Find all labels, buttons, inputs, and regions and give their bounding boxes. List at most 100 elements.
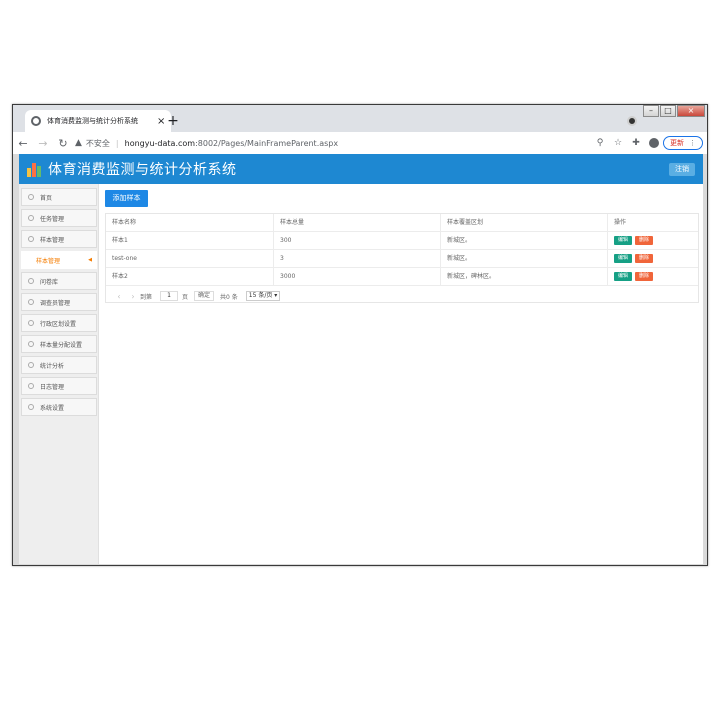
separator: | (115, 138, 119, 148)
delete-button[interactable]: 删除 (635, 254, 654, 263)
table-row: 样本2 3000 新城区，碑林区。 编辑 删除 (106, 268, 698, 286)
edit-button[interactable]: 编辑 (614, 254, 633, 263)
sidebar-item-label: 行政区划设置 (40, 320, 77, 328)
screenshot-stage: 体育消费监测与统计分析系统 × + – □ × ← → ↻ ▲ 不安全 | ho… (0, 0, 720, 720)
actions-cell: 编辑 删除 (607, 232, 698, 250)
task-icon (28, 215, 34, 221)
actions-cell: 编辑 删除 (607, 268, 698, 286)
goto-label: 到第 (140, 293, 153, 301)
maximize-button[interactable]: □ (660, 105, 676, 117)
sidebar-item-statistics[interactable]: 统计分析 (21, 356, 97, 374)
profile-icon[interactable] (627, 116, 637, 126)
chart-icon (28, 299, 34, 305)
app-title: 体育消费监测与统计分析系统 (48, 162, 237, 178)
forward-icon[interactable]: → (33, 137, 53, 150)
survey-icon (28, 278, 34, 284)
edit-button[interactable]: 编辑 (614, 236, 633, 245)
page-size-select[interactable]: 15 条/页 ▾ (245, 291, 281, 301)
chevron-down-icon: ▾ (274, 292, 278, 299)
column-header: 操作 (607, 214, 698, 232)
column-header: 样本总量 (273, 214, 440, 232)
sidebar-item-label: 样本量分配设置 (40, 341, 83, 349)
globe-icon (31, 116, 41, 126)
sidebar-item-home[interactable]: 首页 (21, 188, 97, 206)
sidebar-item-survey[interactable]: 问卷库 (21, 272, 97, 290)
pagination: ‹ › 到第 1 页 确定 共0 条 15 条/页 ▾ (106, 288, 281, 304)
url-host: hongyu-data.com (124, 138, 196, 148)
close-window-button[interactable]: × (677, 105, 705, 117)
toolbar-actions: ⚲ ☆ ✚ 更新 ⋮ (591, 134, 703, 152)
logout-button[interactable]: 注销 (669, 163, 695, 176)
url-path: :8002/Pages/MainFrameParent.aspx (195, 138, 339, 148)
reload-icon[interactable]: ↻ (53, 137, 73, 150)
page-number-input[interactable]: 1 (160, 291, 179, 301)
sidebar-subitem-samples[interactable]: 样本管理 ◀ (21, 251, 97, 269)
sample-name-cell: 样本1 (112, 237, 128, 244)
delete-button[interactable]: 删除 (635, 236, 654, 245)
sample-total-cell: 3 (273, 250, 440, 268)
total-count: 共0 条 (220, 293, 238, 301)
sidebar-item-samples[interactable]: 样本管理 (21, 230, 97, 248)
home-icon (28, 194, 34, 200)
back-icon[interactable]: ← (13, 137, 33, 150)
sidebar-item-logs[interactable]: 日志管理 (21, 377, 97, 395)
browser-window: 体育消费监测与统计分析系统 × + – □ × ← → ↻ ▲ 不安全 | ho… (12, 104, 708, 566)
actions-cell: 编辑 删除 (607, 250, 698, 268)
settings-icon (28, 404, 34, 410)
table-row: 样本1 300 新城区。 编辑 删除 (106, 232, 698, 250)
log-icon (28, 383, 34, 389)
region-icon (28, 320, 34, 326)
sidebar-item-tasks[interactable]: 任务管理 (21, 209, 97, 227)
sidebar-item-label: 任务管理 (40, 215, 65, 223)
column-header: 样本覆盖区划 (440, 214, 607, 232)
sample-name-cell: test-one (112, 255, 137, 262)
allocation-icon (28, 341, 34, 347)
sidebar-item-allocation[interactable]: 样本量分配设置 (21, 335, 97, 353)
address-bar[interactable]: ▲ 不安全 | hongyu-data.com :8002/Pages/Main… (75, 134, 595, 152)
table-row: test-one 3 新城区。 编辑 删除 (106, 250, 698, 268)
browser-toolbar: ← → ↻ ▲ 不安全 | hongyu-data.com :8002/Page… (13, 132, 707, 154)
next-page-icon[interactable]: › (126, 292, 140, 301)
new-tab-button[interactable]: + (165, 113, 181, 129)
star-icon[interactable]: ☆ (609, 138, 627, 148)
warning-icon: ▲ (75, 138, 82, 148)
sample-region-cell: 新城区，碑林区。 (440, 268, 607, 286)
logo-icon (27, 161, 43, 177)
update-button[interactable]: 更新 ⋮ (663, 136, 703, 150)
sidebar-item-label: 首页 (40, 194, 53, 202)
sidebar-item-regions[interactable]: 行政区划设置 (21, 314, 97, 332)
tab-bar: 体育消费监测与统计分析系统 × + – □ × (13, 105, 707, 132)
edit-button[interactable]: 编辑 (614, 272, 633, 281)
browser-tab[interactable]: 体育消费监测与统计分析系统 × (25, 110, 171, 132)
active-indicator-icon: ◀ (88, 257, 92, 263)
sidebar-item-label: 问卷库 (40, 278, 59, 286)
sample-region-cell: 新城区。 (440, 232, 607, 250)
sample-name-cell: 样本2 (112, 273, 128, 280)
tab-title: 体育消费监测与统计分析系统 (47, 117, 138, 125)
sidebar-item-label: 样本管理 (40, 236, 65, 244)
insecure-label: 不安全 (85, 138, 110, 148)
sidebar-item-label: 系统设置 (40, 404, 65, 412)
sidebar-item-label: 调查员管理 (40, 299, 71, 307)
page-unit-label: 页 (182, 293, 189, 301)
stats-icon (28, 362, 34, 368)
sidebar: 首页 任务管理 样本管理 样本管理 ◀ 问卷库 调查员管理 行政区划设置 样本量分… (19, 184, 99, 564)
add-sample-button[interactable]: 添加样本 (105, 190, 148, 207)
minimize-button[interactable]: – (643, 105, 659, 117)
sidebar-item-label: 统计分析 (40, 362, 65, 370)
window-controls: – □ × (642, 105, 705, 119)
sidebar-item-settings[interactable]: 系统设置 (21, 398, 97, 416)
delete-button[interactable]: 删除 (635, 272, 654, 281)
zoom-icon[interactable]: ⚲ (591, 138, 609, 148)
sample-icon (28, 236, 34, 242)
sidebar-item-investigators[interactable]: 调查员管理 (21, 293, 97, 311)
prev-page-icon[interactable]: ‹ (112, 292, 126, 301)
confirm-page-button[interactable]: 确定 (194, 291, 215, 301)
app-header: 体育消费监测与统计分析系统 注销 (19, 154, 703, 184)
sample-region-cell: 新城区。 (440, 250, 607, 268)
sample-total-cell: 3000 (273, 268, 440, 286)
sidebar-item-label: 样本管理 (36, 257, 61, 265)
extensions-icon[interactable]: ✚ (627, 138, 645, 148)
main-content: 添加样本 样本名称 样本总量 样本覆盖区划 操作 样本1 300 新城区。 编辑… (105, 190, 699, 560)
avatar-icon[interactable] (649, 138, 659, 148)
